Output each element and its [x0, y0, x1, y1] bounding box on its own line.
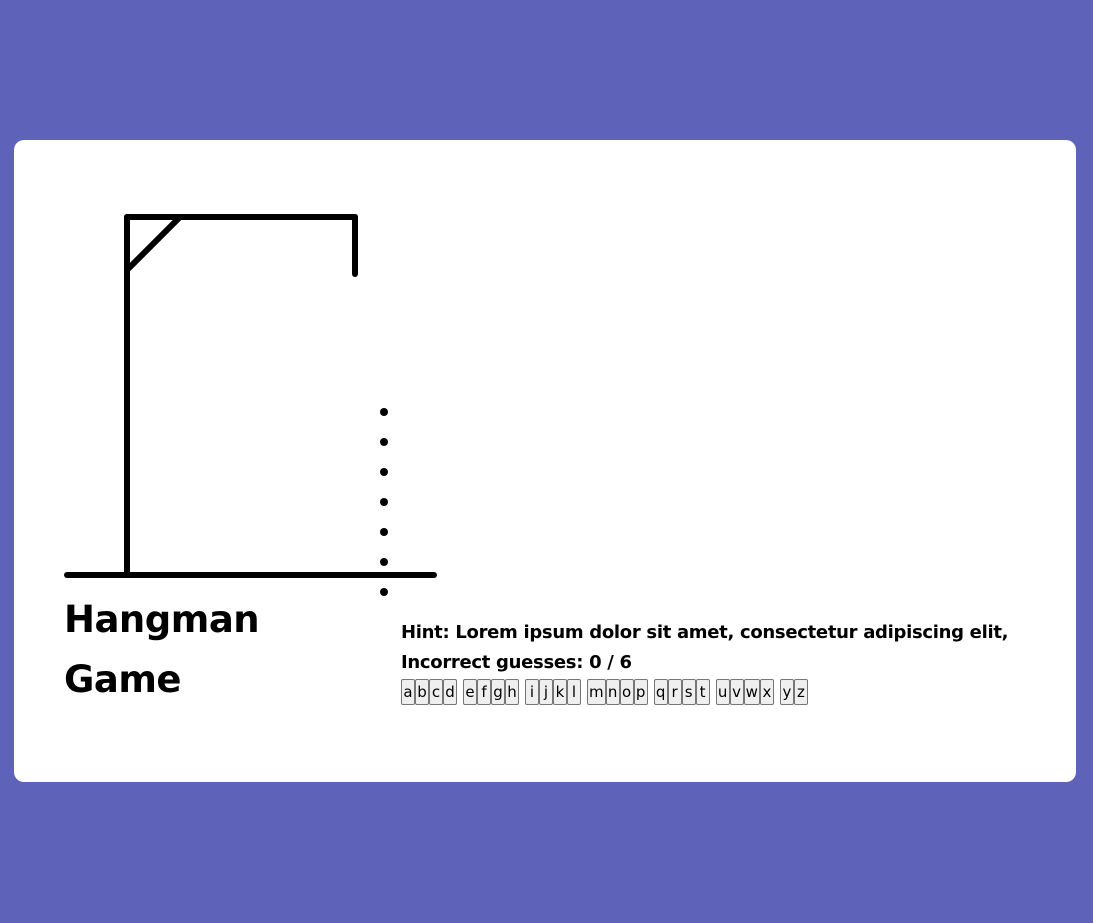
title-line-1: Hangman	[64, 598, 260, 641]
letter-slot	[380, 528, 388, 536]
key-m[interactable]: m	[587, 679, 606, 705]
letter-slot	[380, 558, 388, 566]
key-b[interactable]: b	[415, 679, 429, 705]
gallows-drawing	[64, 214, 437, 578]
key-s[interactable]: s	[681, 679, 696, 705]
key-i[interactable]: i	[525, 679, 539, 705]
key-c[interactable]: c	[429, 679, 443, 705]
page-title: Hangman Game	[64, 590, 324, 710]
key-y[interactable]: y	[779, 679, 794, 705]
letter-slot	[380, 588, 388, 596]
title-line-2: Game	[64, 658, 182, 701]
gallows-brace	[124, 214, 183, 273]
letter-slot	[380, 408, 388, 416]
key-f[interactable]: f	[477, 679, 491, 705]
key-u[interactable]: u	[715, 679, 730, 705]
key-w[interactable]: w	[743, 679, 760, 705]
key-t[interactable]: t	[695, 679, 710, 705]
key-k[interactable]: k	[553, 679, 567, 705]
key-h[interactable]: h	[505, 679, 519, 705]
guesses-label: Incorrect guesses:	[401, 652, 584, 673]
key-g[interactable]: g	[491, 679, 505, 705]
key-x[interactable]: x	[759, 679, 774, 705]
guesses-text: Incorrect guesses: 0 / 6	[401, 648, 1061, 678]
key-p[interactable]: p	[633, 679, 648, 705]
hint-label: Hint:	[401, 622, 450, 643]
key-q[interactable]: q	[653, 679, 668, 705]
key-z[interactable]: z	[793, 679, 808, 705]
hint-value: Lorem ipsum dolor sit amet, consectetur …	[455, 622, 1009, 643]
word-display	[374, 408, 394, 618]
key-d[interactable]: d	[443, 679, 457, 705]
key-v[interactable]: v	[729, 679, 744, 705]
key-a[interactable]: a	[401, 679, 415, 705]
keyboard: abcdefghijklmnopqrstuvwxyz	[401, 679, 1061, 705]
key-o[interactable]: o	[619, 679, 634, 705]
key-e[interactable]: e	[463, 679, 477, 705]
hint-text: Hint: Lorem ipsum dolor sit amet, consec…	[401, 618, 1061, 648]
key-r[interactable]: r	[667, 679, 682, 705]
letter-slot	[380, 468, 388, 476]
key-n[interactable]: n	[605, 679, 620, 705]
letter-slot	[380, 498, 388, 506]
key-j[interactable]: j	[539, 679, 553, 705]
game-info: Hint: Lorem ipsum dolor sit amet, consec…	[401, 618, 1061, 705]
game-card: Hangman Game Hint: Lorem ipsum dolor sit…	[14, 140, 1076, 782]
key-l[interactable]: l	[567, 679, 581, 705]
letter-slot	[380, 438, 388, 446]
guesses-count: 0 / 6	[589, 652, 632, 673]
